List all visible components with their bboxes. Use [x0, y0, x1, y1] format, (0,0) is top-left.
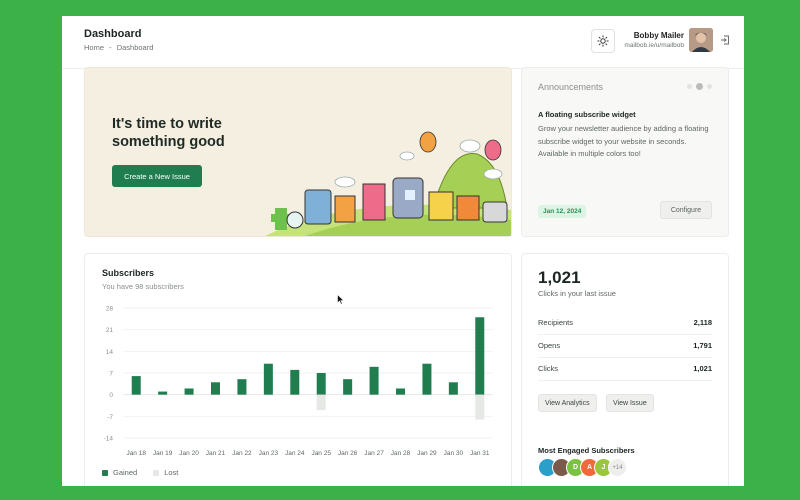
y-tick-label: 14 [106, 349, 114, 356]
bar-gained [475, 317, 485, 395]
carousel-dot-2[interactable] [696, 83, 703, 90]
x-tick-label: Jan 26 [338, 450, 358, 457]
create-new-issue-button[interactable]: Create a New Issue [112, 165, 202, 187]
subscribers-title: Subscribers [102, 268, 155, 278]
bar-lost [475, 394, 485, 420]
issue-stats-card: 1,021 Clicks in your last issue Recipien… [521, 253, 729, 486]
announcements-heading: Announcements [538, 82, 604, 92]
y-tick-label: 28 [106, 306, 114, 313]
welcome-banner: It's time to write something good Create… [84, 67, 512, 237]
y-tick-label: -14 [104, 436, 114, 443]
bar-gained [396, 388, 405, 395]
stat-row-clicks: Clicks 1,021 [538, 357, 712, 381]
mouse-cursor-icon [337, 294, 345, 305]
stat-row-opens: Opens 1,791 [538, 334, 712, 358]
configure-button[interactable]: Configure [660, 201, 712, 219]
view-analytics-button[interactable]: View Analytics [538, 394, 597, 412]
announcement-title: A floating subscribe widget [538, 110, 636, 119]
legend-lost[interactable]: Lost [153, 468, 178, 477]
announcements-card: Announcements A floating subscribe widge… [521, 67, 729, 237]
x-tick-label: Jan 30 [444, 450, 464, 457]
view-issue-button[interactable]: View Issue [606, 394, 654, 412]
user-url[interactable]: mailbob.ie/u/mailbob [624, 42, 684, 49]
carousel-dots [687, 83, 712, 90]
bar-gained [184, 388, 194, 395]
bar-lost [316, 394, 326, 411]
bar-gained [211, 382, 220, 395]
x-tick-label: Jan 27 [364, 450, 384, 457]
stat-value: 1,791 [693, 341, 712, 350]
carousel-dot-1[interactable] [687, 84, 692, 89]
legend-gained[interactable]: Gained [102, 468, 137, 477]
bar-gained [369, 366, 379, 395]
bar-gained [237, 379, 247, 395]
subscribers-count: You have 98 subscribers [102, 282, 184, 291]
x-tick-label: Jan 21 [206, 450, 226, 457]
legend-gained-swatch [102, 469, 108, 476]
clicks-big-label: Clicks in your last issue [538, 289, 616, 298]
stat-value: 1,021 [693, 364, 712, 373]
x-tick-label: Jan 20 [179, 450, 199, 457]
x-tick-label: Jan 29 [417, 450, 437, 457]
x-tick-label: Jan 23 [259, 450, 279, 457]
x-tick-label: Jan 19 [153, 450, 173, 457]
bar-gained [290, 369, 300, 395]
breadcrumb-separator: - [109, 43, 112, 52]
user-name: Bobby Mailer [633, 31, 684, 40]
bar-gained [422, 363, 432, 395]
announcement-date-badge: Jan 12, 2024 [538, 205, 587, 218]
bar-gained [131, 376, 141, 395]
stat-label: Clicks [538, 364, 558, 373]
x-tick-label: Jan 24 [285, 450, 305, 457]
bar-gained [343, 379, 353, 395]
bar-gained [158, 391, 168, 395]
top-header: Dashboard Home - Dashboard Bobby Mailer … [62, 16, 744, 69]
breadcrumb-home[interactable]: Home [84, 43, 104, 52]
stat-value: 2,118 [693, 318, 712, 327]
theme-toggle-button[interactable] [591, 29, 615, 53]
city-illustration-icon [265, 131, 511, 236]
stat-row-recipients: Recipients 2,118 [538, 311, 712, 335]
bar-gained [316, 373, 326, 395]
y-tick-label: 7 [109, 371, 113, 378]
bar-gained [448, 382, 458, 395]
x-tick-label: Jan 25 [311, 450, 331, 457]
engaged-subscribers-title: Most Engaged Subscribers [538, 446, 635, 455]
x-tick-label: Jan 31 [470, 450, 490, 457]
user-photo-icon [689, 28, 713, 52]
more-subscribers-badge[interactable]: +14 [608, 458, 627, 477]
engaged-subscribers-avatars: D A J +14 [538, 458, 627, 477]
x-tick-label: Jan 22 [232, 450, 252, 457]
bar-gained [263, 363, 273, 395]
subscribers-card: Subscribers You have 98 subscribers 28 21… [84, 253, 512, 486]
announcement-body: Grow your newsletter audience by adding … [538, 124, 709, 158]
legend-lost-swatch [153, 469, 160, 476]
legend-gained-label: Gained [113, 468, 138, 477]
subscribers-bar-chart: 28 21 14 7 0 -7 -14 Jan 18 Jan 19 Jan 20 Jan 21 Jan… [104, 306, 493, 457]
stat-label: Opens [538, 341, 561, 350]
chart-legend: Gained Lost [102, 468, 178, 477]
breadcrumb: Home - Dashboard [84, 43, 156, 52]
clicks-big-number: 1,021 [538, 268, 581, 287]
breadcrumb-current: Dashboard [116, 43, 154, 52]
x-tick-label: Jan 28 [391, 450, 411, 457]
sun-icon [597, 35, 609, 47]
carousel-dot-3[interactable] [707, 84, 712, 89]
legend-lost-label: Lost [164, 468, 179, 477]
stat-label: Recipients [538, 318, 574, 327]
app-window: Dashboard Home - Dashboard Bobby Mailer … [62, 16, 744, 486]
y-tick-label: -7 [107, 414, 113, 421]
page-title: Dashboard [84, 28, 142, 40]
y-tick-label: 21 [106, 327, 114, 334]
y-tick-label: 0 [109, 392, 113, 399]
logout-icon[interactable] [720, 35, 730, 45]
x-tick-label: Jan 18 [126, 450, 146, 457]
user-avatar[interactable] [689, 28, 713, 52]
